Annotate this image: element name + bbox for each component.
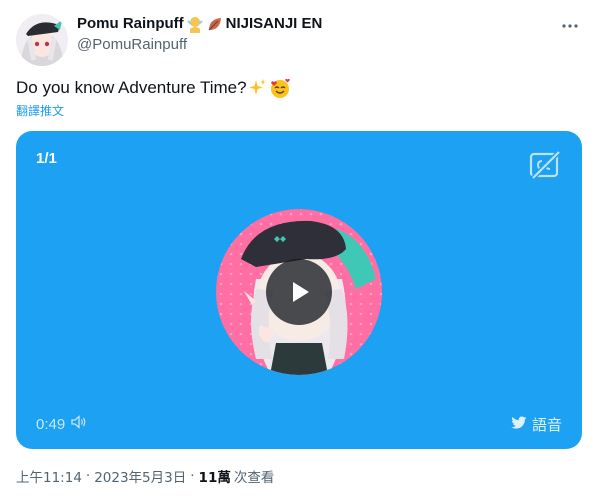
tweet-time[interactable]: 上午11:14 (16, 466, 82, 486)
author-display-name[interactable]: Pomu Rainpuff NIJISANJI EN (77, 14, 322, 34)
video-duration: 0:49 (36, 415, 87, 433)
meta-separator: · (85, 468, 91, 484)
twitter-bird-icon (511, 415, 527, 434)
audio-label: 語音 (531, 416, 562, 434)
meta-separator: · (190, 468, 195, 484)
tweet-date[interactable]: 2023年5月3日 (94, 466, 186, 486)
tweet-meta: 上午11:14 · 2023年5月3日 · 11萬 次查看 (16, 466, 274, 486)
more-horizontal-icon[interactable] (558, 14, 582, 38)
play-button[interactable] (266, 259, 332, 325)
audio-space-badge: 語音 (511, 414, 562, 435)
media-counter: 1/1 (36, 150, 57, 167)
volume-icon[interactable] (71, 415, 87, 433)
video-player[interactable]: 1/1 0:49 語音 (16, 131, 582, 449)
duration-text: 0:49 (36, 415, 66, 433)
play-icon (293, 282, 309, 302)
no-captions-icon[interactable] (528, 147, 562, 181)
display-name-text: Pomu Rainpuff (77, 15, 184, 32)
sparkles-emoji-icon (248, 78, 268, 98)
avatar[interactable] (16, 14, 68, 66)
views-label: 次查看 (233, 470, 275, 486)
tweet-header: Pomu Rainpuff NIJISANJI EN @PomuRainpuff (16, 14, 582, 66)
author-names: Pomu Rainpuff NIJISANJI EN @PomuRainpuff (77, 14, 322, 55)
tweet-text: Do you know Adventure Time? (16, 76, 291, 100)
tweet-body: Do you know Adventure Time? (16, 78, 247, 97)
views-count: 11萬 (198, 470, 231, 486)
fairy-emoji-icon (186, 15, 204, 33)
affiliation-text: NIJISANJI EN (225, 15, 323, 32)
translate-tweet-link[interactable]: 翻譯推文 (16, 103, 64, 119)
smiling-hearts-emoji-icon (269, 77, 291, 99)
author-handle[interactable]: @PomuRainpuff (77, 35, 322, 55)
leaf-emoji-icon (206, 15, 224, 33)
